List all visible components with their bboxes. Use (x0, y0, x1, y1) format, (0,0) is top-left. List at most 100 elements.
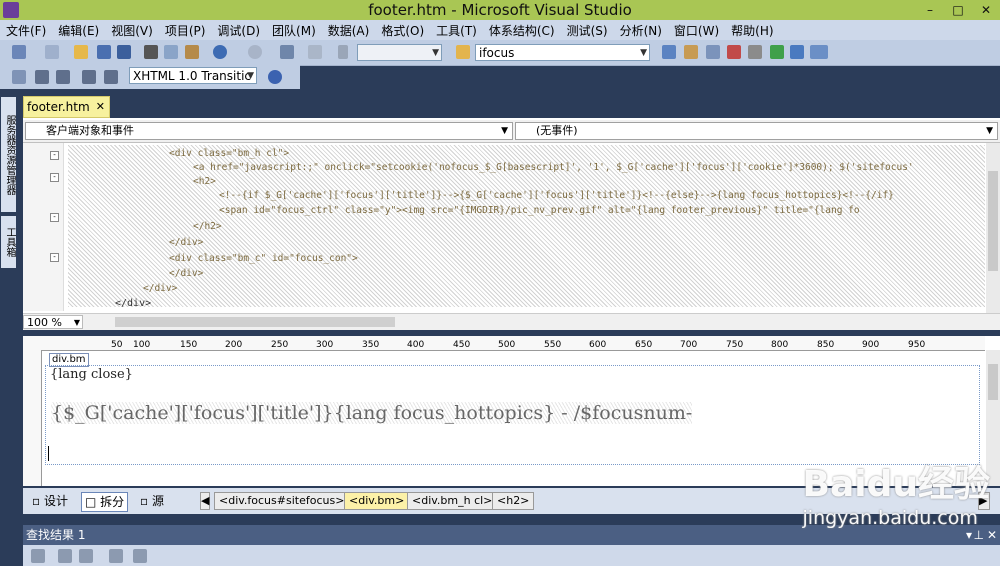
open-file-icon[interactable] (74, 45, 88, 59)
format-document-icon[interactable] (12, 70, 26, 84)
ruler-tick: 750 (726, 340, 744, 350)
collapse-icon[interactable]: - (50, 173, 59, 182)
object-browser-icon[interactable] (706, 45, 720, 59)
toolbox-tab[interactable]: 工具箱 (1, 216, 16, 268)
solution-explorer-icon[interactable] (662, 45, 676, 59)
find-combo[interactable]: ifocus ▼ (475, 44, 650, 61)
doctype-select[interactable]: XHTML 1.0 Transitic ▼ (129, 67, 257, 84)
breadcrumb-item[interactable]: <div.focus#sitefocus> (214, 492, 350, 510)
other-windows-icon[interactable] (810, 45, 828, 59)
menu-debug[interactable]: 调试(D) (211, 22, 266, 39)
menu-file[interactable]: 文件(F) (0, 22, 52, 39)
ruler-tick: 600 (589, 340, 607, 350)
html-source-toolbar: XHTML 1.0 Transitic ▼ (0, 65, 300, 89)
code-vertical-scrollbar[interactable] (986, 143, 1000, 313)
maximize-button[interactable]: □ (944, 0, 972, 20)
stop-find-icon[interactable] (133, 549, 147, 563)
find-combo-value: ifocus (479, 46, 515, 60)
menu-data[interactable]: 数据(A) (322, 22, 376, 39)
uncomment-icon[interactable] (104, 70, 118, 84)
start-debugging-icon[interactable] (338, 45, 348, 59)
ruler-tick: 500 (498, 340, 516, 350)
breadcrumb-item-active[interactable]: <div.bm> (344, 492, 410, 510)
next-result-icon[interactable] (79, 549, 93, 563)
previous-result-icon[interactable] (58, 549, 72, 563)
add-item-icon[interactable] (45, 45, 59, 59)
save-icon[interactable] (97, 45, 111, 59)
clear-all-icon[interactable] (109, 549, 123, 563)
code-line: <div class="bm_c" id="focus_con"> (169, 253, 358, 264)
menu-window[interactable]: 窗口(W) (668, 22, 725, 39)
cut-icon[interactable] (144, 45, 158, 59)
menu-format[interactable]: 格式(O) (375, 22, 430, 39)
indent-icon[interactable] (56, 70, 70, 84)
code-horizontal-scrollbar[interactable]: 100 % ▼ (23, 313, 1000, 331)
vertical-ruler (23, 350, 42, 486)
title-bar: footer.htm - Microsoft Visual Studio – □… (0, 0, 1000, 20)
find-results-title: 查找结果 1 (26, 528, 86, 542)
focus-title-text[interactable]: {$_G['cache']['focus']['title']}{lang fo… (51, 402, 693, 424)
source-view-icon: ▫ (140, 494, 152, 508)
collapse-icon[interactable]: - (50, 253, 59, 262)
split-view-button[interactable]: □ 拆分 (81, 492, 129, 512)
menu-tools[interactable]: 工具(T) (430, 22, 483, 39)
events-select[interactable]: (无事件) ▼ (515, 122, 998, 140)
undo-icon[interactable] (213, 45, 227, 59)
ruler-tick: 350 (362, 340, 380, 350)
ruler-tick: 800 (771, 340, 789, 350)
collapse-icon[interactable]: - (50, 213, 59, 222)
text-caret (48, 446, 49, 461)
breadcrumb-item[interactable]: <div.bm_h cl> (407, 492, 498, 510)
solution-config-select[interactable]: ▼ (357, 44, 442, 61)
find-in-files-icon[interactable] (456, 45, 470, 59)
navigate-forward-icon[interactable] (308, 45, 322, 59)
collapse-icon[interactable]: - (50, 151, 59, 160)
menu-team[interactable]: 团队(M) (266, 22, 322, 39)
code-line: </div> (143, 283, 178, 294)
redo-icon[interactable] (248, 45, 262, 59)
menu-edit[interactable]: 编辑(E) (52, 22, 105, 39)
breadcrumb-item[interactable]: <h2> (492, 492, 535, 510)
menu-project[interactable]: 项目(P) (159, 22, 212, 39)
save-all-icon[interactable] (117, 45, 131, 59)
ruler-tick: 150 (180, 340, 198, 350)
menu-view[interactable]: 视图(V) (105, 22, 159, 39)
menu-analyze[interactable]: 分析(N) (614, 22, 668, 39)
check-accessibility-icon[interactable] (268, 70, 282, 84)
outdent-icon[interactable] (35, 70, 49, 84)
code-area[interactable]: - - - - <div class="bm_h cl"> <a href="j… (23, 143, 985, 311)
menu-help[interactable]: 帮助(H) (725, 22, 779, 39)
zoom-value: 100 % (27, 316, 62, 329)
ruler-tick: 100 (133, 340, 151, 350)
close-tab-icon[interactable]: ✕ (96, 97, 105, 117)
zoom-select[interactable]: 100 % ▼ (23, 315, 83, 329)
document-tab-footer[interactable]: footer.htm ✕ (23, 96, 110, 118)
breadcrumb-scroll-left[interactable]: ◀ (200, 492, 210, 510)
menu-architecture[interactable]: 体系结构(C) (483, 22, 561, 39)
start-page-icon[interactable] (770, 45, 784, 59)
navigate-backward-icon[interactable] (280, 45, 294, 59)
comment-icon[interactable] (82, 70, 96, 84)
extension-manager-icon[interactable] (748, 45, 762, 59)
split-view-label: 拆分 (100, 495, 125, 509)
properties-icon[interactable] (684, 45, 698, 59)
server-explorer-tab[interactable]: 服务器资源管理器 (1, 97, 16, 212)
go-to-location-icon[interactable] (31, 549, 45, 563)
design-scroll-thumb[interactable] (988, 364, 998, 400)
ruler-tick: 50 (111, 340, 123, 350)
client-objects-select[interactable]: 客户端对象和事件 ▼ (25, 122, 513, 140)
design-view-button[interactable]: ▫ 设计 (29, 492, 71, 510)
lang-close-text[interactable]: {lang close} (50, 367, 133, 382)
source-view-label: 源 (151, 494, 164, 508)
menu-test[interactable]: 测试(S) (561, 22, 614, 39)
close-button[interactable]: ✕ (972, 0, 1000, 20)
command-window-icon[interactable] (790, 45, 804, 59)
paste-icon[interactable] (185, 45, 199, 59)
minimize-button[interactable]: – (916, 0, 944, 20)
code-hscroll-thumb[interactable] (115, 317, 395, 327)
code-scroll-thumb[interactable] (988, 171, 998, 271)
new-project-icon[interactable] (12, 45, 26, 59)
source-view-button[interactable]: ▫ 源 (137, 492, 167, 510)
toolbox-icon[interactable] (727, 45, 741, 59)
copy-icon[interactable] (164, 45, 178, 59)
